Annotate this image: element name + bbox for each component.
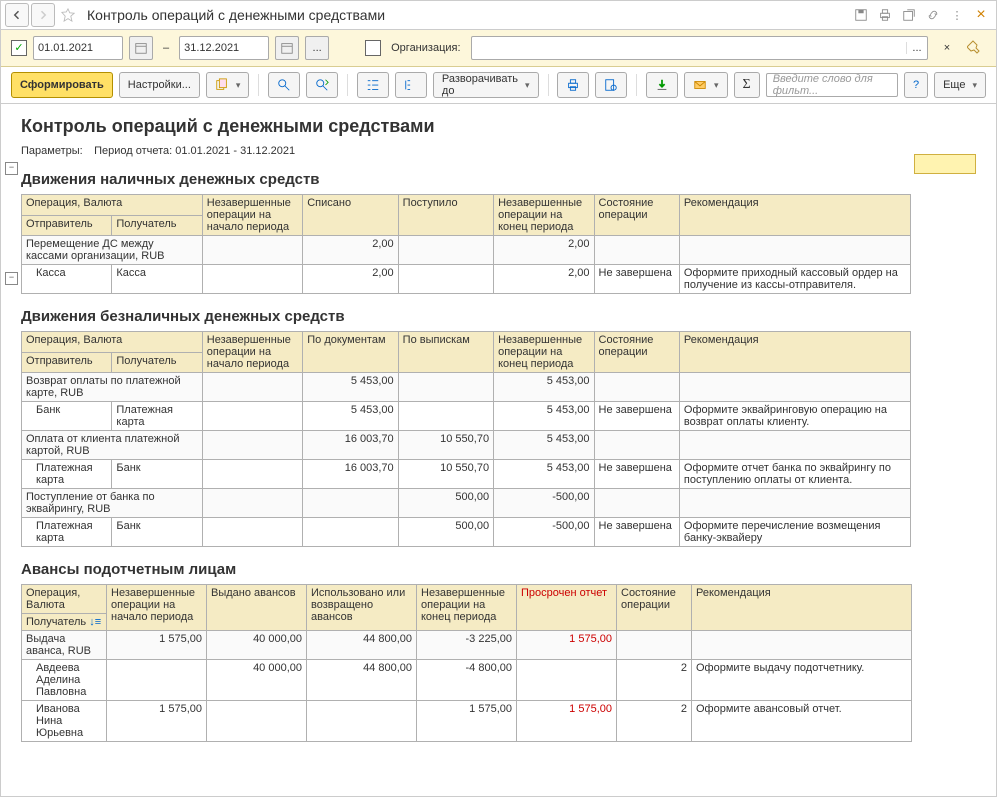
back-button[interactable] bbox=[5, 3, 29, 27]
find-button[interactable] bbox=[268, 72, 300, 98]
preview-button[interactable] bbox=[595, 72, 627, 98]
org-label: Организация: bbox=[391, 42, 460, 54]
highlighted-cell bbox=[914, 154, 976, 174]
section3-title: Авансы подотчетным лицам bbox=[21, 561, 986, 578]
table-row: КассаКасса2,002,00Не завершенаОформите п… bbox=[22, 265, 911, 294]
expand-to-button[interactable]: Разворачивать до bbox=[433, 72, 539, 98]
find-next-button[interactable] bbox=[306, 72, 338, 98]
sort-icon[interactable]: ↓≡ bbox=[89, 616, 101, 628]
sum-button[interactable]: Σ bbox=[734, 72, 760, 98]
section2-title: Движения безналичных денежных средств bbox=[21, 308, 986, 325]
filter-word-input[interactable]: Введите слово для фильт... bbox=[766, 73, 898, 97]
date-to-calendar-button[interactable] bbox=[275, 36, 299, 60]
table-row: Выдача аванса, RUB1 575,0040 000,0044 80… bbox=[22, 631, 912, 660]
collapse-button[interactable] bbox=[395, 72, 427, 98]
filter-bar: 01.01.2021 – 31.12.2021 ... Организация:… bbox=[1, 30, 996, 67]
section1-title: Движения наличных денежных средств bbox=[21, 171, 986, 188]
date-separator: – bbox=[163, 42, 169, 54]
generate-button[interactable]: Сформировать bbox=[11, 72, 113, 98]
period-checkbox[interactable] bbox=[11, 40, 27, 56]
close-button[interactable]: × bbox=[970, 4, 992, 26]
send-button[interactable] bbox=[684, 72, 728, 98]
org-clear-button[interactable]: × bbox=[936, 37, 958, 59]
link-icon[interactable] bbox=[922, 4, 944, 26]
settings-button[interactable]: Настройки... bbox=[119, 72, 200, 98]
table-row: Возврат оплаты по платежной карте, RUB5 … bbox=[22, 373, 911, 402]
save-icon[interactable] bbox=[850, 4, 872, 26]
pin-icon[interactable] bbox=[964, 37, 986, 59]
section3-table: Операция, Валюта Незавершенные операции … bbox=[21, 584, 912, 742]
org-picker-button[interactable]: ... bbox=[906, 42, 927, 54]
more-menu-icon[interactable]: ⋮ bbox=[946, 4, 968, 26]
table-row: Платежная картаБанк500,00-500,00Не завер… bbox=[22, 518, 911, 547]
forward-button[interactable] bbox=[31, 3, 55, 27]
save-report-button[interactable] bbox=[646, 72, 678, 98]
report-params: Параметры: Период отчета: 01.01.2021 - 3… bbox=[21, 145, 986, 157]
more-button[interactable]: Еще bbox=[934, 72, 986, 98]
date-from-input[interactable]: 01.01.2021 bbox=[33, 36, 123, 60]
period-picker-button[interactable]: ... bbox=[305, 36, 329, 60]
print-icon[interactable] bbox=[874, 4, 896, 26]
report-area[interactable]: − Контроль операций с денежными средства… bbox=[1, 104, 996, 796]
toolbar: Сформировать Настройки... Разворачивать … bbox=[1, 67, 996, 104]
table-row: БанкПлатежная карта5 453,005 453,00Не за… bbox=[22, 402, 911, 431]
new-window-icon[interactable] bbox=[898, 4, 920, 26]
collapse-handle[interactable]: − bbox=[5, 162, 18, 175]
org-checkbox[interactable] bbox=[365, 40, 381, 56]
table-row: Перемещение ДС между кассами организации… bbox=[22, 236, 911, 265]
table-row: Оплата от клиента платежной картой, RUB1… bbox=[22, 431, 911, 460]
title-bar: Контроль операций с денежными средствами… bbox=[1, 1, 996, 30]
collapse-handle[interactable]: − bbox=[5, 272, 18, 285]
table-row: Платежная картаБанк16 003,7010 550,705 4… bbox=[22, 460, 911, 489]
table-row: Иванова Нина Юрьевна1 575,001 575,001 57… bbox=[22, 701, 912, 742]
favorite-star-icon[interactable] bbox=[57, 4, 79, 26]
help-button[interactable]: ? bbox=[904, 72, 928, 98]
date-to-input[interactable]: 31.12.2021 bbox=[179, 36, 269, 60]
section2-table: Операция, Валюта Незавершенные операции … bbox=[21, 331, 911, 547]
section1-table: Операция, Валюта Незавершенные операции … bbox=[21, 194, 911, 294]
window-title: Контроль операций с денежными средствами bbox=[87, 7, 385, 23]
expand-button[interactable] bbox=[357, 72, 389, 98]
table-row: Поступление от банка по эквайрингу, RUB5… bbox=[22, 489, 911, 518]
report-title: Контроль операций с денежными средствами bbox=[21, 116, 986, 137]
print-button[interactable] bbox=[557, 72, 589, 98]
variants-button[interactable] bbox=[206, 72, 250, 98]
date-from-calendar-button[interactable] bbox=[129, 36, 153, 60]
org-input[interactable]: ... bbox=[471, 36, 928, 60]
table-row: Авдеева Аделина Павловна40 000,0044 800,… bbox=[22, 660, 912, 701]
